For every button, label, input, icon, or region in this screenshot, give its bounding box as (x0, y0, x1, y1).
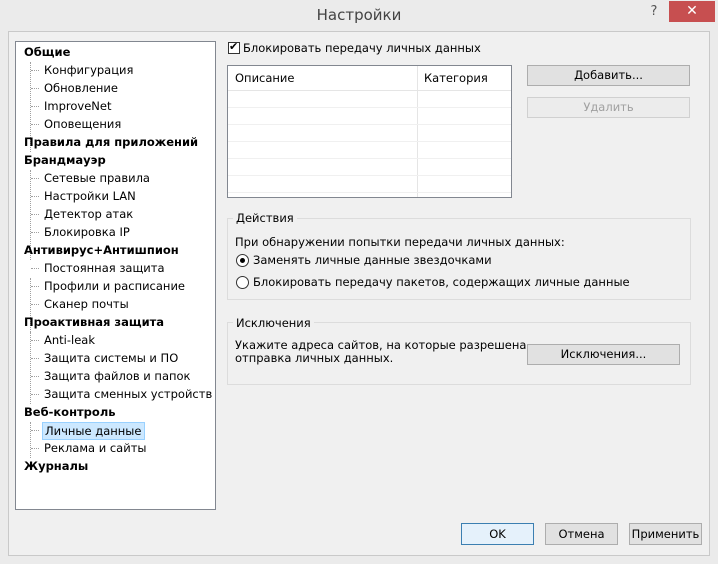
tree-category-logs[interactable]: Журналы (24, 457, 88, 475)
replace-with-asterisks-label[interactable]: Заменять личные данные звездочками (253, 253, 492, 267)
tree-item-system-protection[interactable]: Защита системы и ПО (42, 349, 181, 367)
actions-group-title: Действия (233, 211, 297, 225)
tree-item-removable-devices[interactable]: Защита сменных устройств (42, 385, 215, 403)
tree-item-profiles-schedule[interactable]: Профили и расписание (42, 277, 188, 295)
tree-item-ads-sites[interactable]: Реклама и сайты (42, 439, 149, 457)
close-button[interactable]: ✕ (669, 1, 715, 22)
delete-button[interactable]: Удалить (527, 97, 690, 118)
tree-category-antivirus[interactable]: Антивирус+Антишпион (24, 241, 179, 259)
tree-category-web-control[interactable]: Веб-контроль (24, 403, 116, 421)
tree-item-realtime-protection[interactable]: Постоянная защита (42, 259, 168, 277)
tree-item-lan-settings[interactable]: Настройки LAN (42, 187, 139, 205)
add-button[interactable]: Добавить... (527, 65, 690, 86)
tree-item-configuration[interactable]: Конфигурация (42, 61, 136, 79)
column-category[interactable]: Категория (424, 71, 488, 85)
tree-category-firewall[interactable]: Брандмауэр (24, 151, 106, 169)
tree-item-mail-scanner[interactable]: Сканер почты (42, 295, 132, 313)
radio-dot-icon (240, 258, 245, 263)
help-button[interactable]: ? (640, 2, 668, 22)
tree-item-anti-leak[interactable]: Anti-leak (42, 331, 98, 349)
tree-category-general[interactable]: Общие (24, 43, 70, 61)
ok-button[interactable]: OK (461, 523, 534, 545)
window-title: Настройки (316, 6, 402, 24)
table-row (228, 192, 511, 193)
title-bar: Настройки ? ✕ (0, 0, 718, 32)
table-row (228, 107, 511, 108)
table-row (228, 124, 511, 125)
exceptions-description-line2: отправка личных данных. (235, 351, 394, 365)
replace-with-asterisks-radio[interactable] (236, 254, 249, 267)
tree-item-personal-data[interactable]: Личные данные (42, 422, 146, 440)
apply-button[interactable]: Применить (629, 523, 702, 545)
column-description[interactable]: Описание (235, 71, 294, 85)
table-header: Описание Категория (228, 66, 511, 91)
tree-item-network-rules[interactable]: Сетевые правила (42, 169, 153, 187)
table-row (228, 141, 511, 142)
tree-item-update[interactable]: Обновление (42, 79, 121, 97)
tree-item-improvenet[interactable]: ImproveNet (42, 97, 114, 115)
table-row (228, 175, 511, 176)
block-packets-label[interactable]: Блокировать передачу пакетов, содержащих… (253, 275, 630, 289)
actions-prompt: При обнаружении попытки передачи личных … (235, 235, 565, 249)
exceptions-button[interactable]: Исключения... (527, 344, 680, 365)
column-separator (417, 66, 418, 197)
tree-category-proactive[interactable]: Проактивная защита (24, 313, 164, 331)
block-packets-radio[interactable] (236, 276, 249, 289)
exceptions-description-line1: Укажите адреса сайтов, на которые разреш… (235, 338, 527, 352)
table-row (228, 158, 511, 159)
tree-item-notifications[interactable]: Оповещения (42, 115, 124, 133)
settings-window: Настройки ? ✕ Общие Конфигурация Обновле… (0, 0, 718, 564)
tree-category-app-rules[interactable]: Правила для приложений (24, 133, 198, 151)
tree-item-ip-blocking[interactable]: Блокировка IP (42, 223, 133, 241)
cancel-button[interactable]: Отмена (545, 523, 618, 545)
tree-item-file-protection[interactable]: Защита файлов и папок (42, 367, 194, 385)
settings-tree[interactable]: Общие Конфигурация Обновление ImproveNet… (15, 41, 216, 510)
personal-data-table[interactable]: Описание Категория (227, 65, 512, 198)
checkmark-icon: ✔ (229, 40, 239, 53)
tree-item-attack-detector[interactable]: Детектор атак (42, 205, 136, 223)
block-personal-data-checkbox[interactable]: ✔ (228, 40, 240, 54)
block-personal-data-label[interactable]: Блокировать передачу личных данных (243, 41, 481, 55)
exceptions-group-title: Исключения (233, 316, 314, 330)
